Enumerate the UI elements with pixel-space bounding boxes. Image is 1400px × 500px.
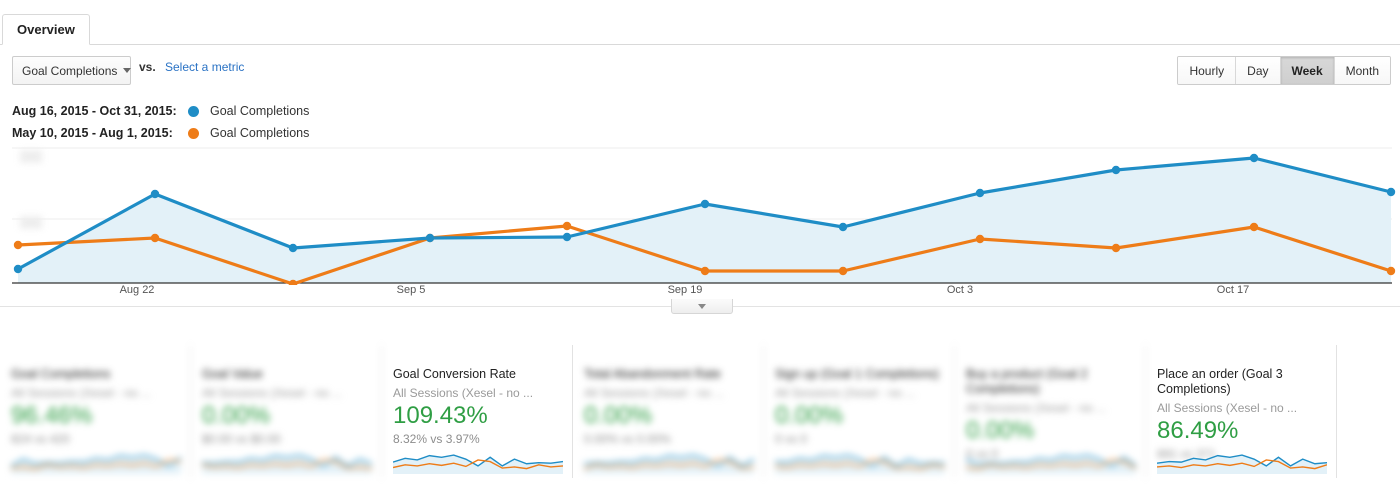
- data-point: [838, 222, 848, 232]
- metric-card-segment: All Sessions (Xesel - no ...: [966, 401, 1107, 415]
- period-button-hourly[interactable]: Hourly: [1178, 57, 1237, 84]
- metric-select[interactable]: Goal Completions: [12, 56, 132, 85]
- metric-card-sparkline: [202, 454, 372, 474]
- metric-card-sparkline: [1157, 454, 1327, 474]
- data-point: [150, 189, 160, 199]
- data-point: [1386, 187, 1396, 197]
- data-point: [562, 221, 572, 231]
- x-axis-tick-label: Oct 3: [946, 284, 974, 296]
- data-point: [1111, 165, 1121, 175]
- data-point: [13, 264, 23, 274]
- legend-range-secondary: May 10, 2015 - Aug 1, 2015:: [12, 126, 173, 140]
- metric-card-segment: All Sessions (Xesel - no ...: [11, 386, 152, 400]
- period-button-week[interactable]: Week: [1280, 57, 1335, 84]
- vs-label: vs.: [139, 60, 156, 74]
- tab-strip: Overview: [0, 14, 1400, 45]
- controls-row: Goal Completions vs. Select a metric Hou…: [0, 56, 1400, 86]
- metric-cards: Goal Completions All Sessions (Xesel - no…: [0, 345, 1400, 478]
- legend-row-primary: Aug 16, 2015 - Oct 31, 2015: Goal Comple…: [12, 100, 309, 122]
- x-axis-tick-label: Aug 22: [119, 284, 155, 296]
- tab-strip-rule: [0, 44, 1400, 45]
- chart-expand-handle[interactable]: [671, 299, 733, 314]
- analytics-overview-page: Overview Goal Completions vs. Select a m…: [0, 0, 1400, 500]
- period-button-group: Hourly Day Week Month: [1177, 56, 1391, 85]
- data-point: [150, 233, 160, 243]
- main-chart[interactable]: Aug 22 Sep 5 Sep 19 Oct 3 Oct 17: [0, 145, 1400, 305]
- metric-card[interactable]: Goal Value All Sessions (Xesel - no ... 0.…: [191, 345, 382, 478]
- metric-card-sparkline: [966, 454, 1136, 474]
- chart-plot-area: [12, 147, 1396, 285]
- metric-card-value: 109.43%: [393, 402, 488, 429]
- metric-card-value: 96.46%: [11, 402, 93, 429]
- metric-card-segment: All Sessions (Xesel - no ...: [775, 386, 916, 400]
- metric-card-title: Goal Conversion Rate: [393, 367, 516, 381]
- data-point: [13, 240, 23, 250]
- period-button-day[interactable]: Day: [1236, 57, 1281, 84]
- metric-card-value: 0.00%: [775, 402, 844, 429]
- x-axis-tick-label: Sep 19: [667, 284, 703, 296]
- metric-card[interactable]: Goal Conversion Rate All Sessions (Xesel …: [382, 345, 573, 478]
- x-axis-tick-label: Sep 5: [396, 284, 426, 296]
- tab-overview[interactable]: Overview: [2, 14, 90, 45]
- metric-card-title: Buy a product (Goal 2 Completions): [966, 367, 1088, 396]
- metric-card-title: Sign up (Goal 1 Completions): [775, 367, 939, 381]
- data-point: [1249, 222, 1259, 232]
- legend-dot-secondary: [188, 127, 199, 139]
- period-button-month[interactable]: Month: [1334, 57, 1390, 84]
- data-point: [975, 234, 985, 244]
- metric-card-segment: All Sessions (Xesel - no ...: [202, 386, 343, 400]
- metric-card-sparkline: [11, 454, 181, 474]
- metric-card[interactable]: Goal Completions All Sessions (Xesel - no…: [0, 345, 191, 478]
- x-axis-tick-label: Oct 17: [1216, 284, 1250, 296]
- metric-card[interactable]: Place an order (Goal 3 Completions) All S…: [1146, 345, 1337, 478]
- metric-card-sparkline: [393, 454, 563, 474]
- chevron-down-icon: [123, 68, 132, 73]
- data-point: [700, 199, 710, 209]
- data-point: [425, 233, 435, 243]
- metric-card[interactable]: Sign up (Goal 1 Completions) All Sessions…: [764, 345, 955, 478]
- metric-card-value: 0.00%: [966, 417, 1035, 444]
- data-point: [838, 266, 848, 276]
- metric-card-title: Goal Completions: [11, 367, 111, 381]
- metric-select-value: Goal Completions: [22, 63, 118, 78]
- chart-legend: Aug 16, 2015 - Oct 31, 2015: Goal Comple…: [12, 100, 309, 144]
- select-metric-link[interactable]: Select a metric: [165, 60, 244, 74]
- metric-card-segment: All Sessions (Xesel - no ...: [393, 386, 534, 400]
- data-point: [1249, 153, 1259, 163]
- tab-overview-label: Overview: [17, 22, 75, 37]
- metric-card[interactable]: Total Abandonment Rate All Sessions (Xese…: [573, 345, 764, 478]
- chevron-down-icon: [698, 303, 706, 309]
- metric-card-title: Place an order (Goal 3 Completions): [1157, 367, 1283, 396]
- metric-card-segment: All Sessions (Xesel - no ...: [1157, 401, 1298, 415]
- legend-row-secondary: May 10, 2015 - Aug 1, 2015: Goal Complet…: [12, 122, 309, 144]
- legend-metric-secondary: Goal Completions: [210, 126, 310, 140]
- metric-card-title: Goal Value: [202, 367, 263, 381]
- legend-metric-primary: Goal Completions: [210, 104, 310, 118]
- metric-card-segment: All Sessions (Xesel - no ...: [584, 386, 725, 400]
- metric-card-value: 0.00%: [584, 402, 653, 429]
- metric-card-sparkline: [775, 454, 945, 474]
- metric-card-value: 0.00%: [202, 402, 271, 429]
- data-point: [288, 243, 298, 253]
- legend-range-primary: Aug 16, 2015 - Oct 31, 2015:: [12, 104, 177, 118]
- metric-card-value: 86.49%: [1157, 417, 1239, 444]
- data-point: [562, 232, 572, 242]
- data-point: [975, 188, 985, 198]
- metric-card[interactable]: Buy a product (Goal 2 Completions) All Se…: [955, 345, 1146, 478]
- data-point: [1386, 266, 1396, 276]
- data-point: [700, 266, 710, 276]
- metric-card-sparkline: [584, 454, 754, 474]
- legend-dot-primary: [188, 105, 199, 117]
- metric-card-title: Total Abandonment Rate: [584, 367, 721, 381]
- data-point: [1111, 243, 1121, 253]
